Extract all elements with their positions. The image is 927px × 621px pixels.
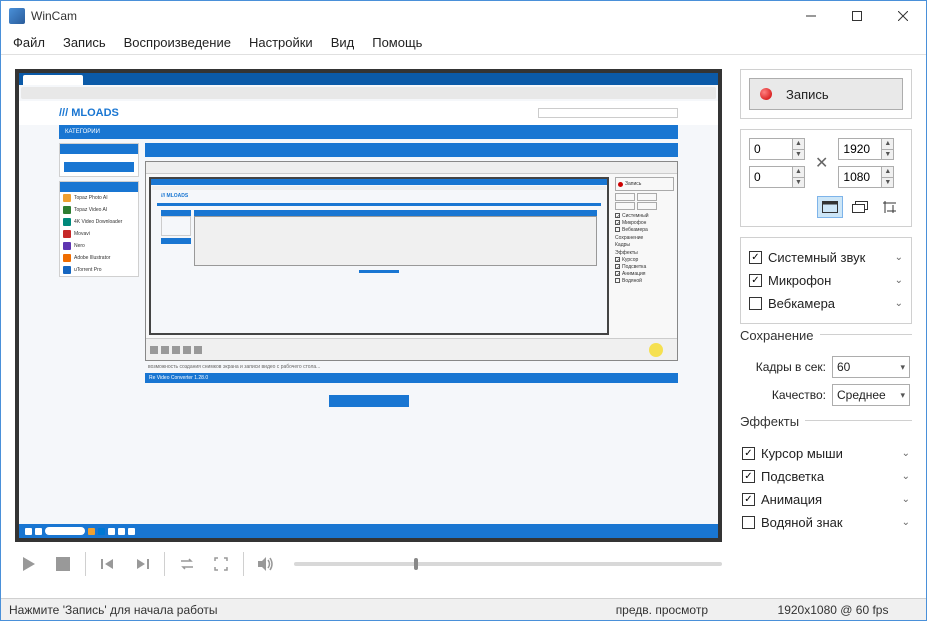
- loop-button[interactable]: [173, 550, 201, 578]
- system-sound-checkbox[interactable]: ✓: [749, 251, 762, 264]
- menubar: Файл Запись Воспроизведение Настройки Ви…: [1, 31, 926, 55]
- status-right: 1920x1080 @ 60 fps: [748, 603, 918, 617]
- menu-record[interactable]: Запись: [63, 35, 106, 50]
- highlight-row[interactable]: ✓ Подсветка ⌄: [742, 465, 910, 488]
- webcam-row[interactable]: Вебкамера ⌄: [749, 292, 903, 315]
- x-input[interactable]: ▲▼: [749, 138, 805, 160]
- close-button[interactable]: [880, 1, 926, 31]
- chevron-down-icon[interactable]: ⌄: [902, 448, 910, 459]
- chevron-down-icon[interactable]: ⌄: [902, 471, 910, 482]
- status-left: Нажмите 'Запись' для начала работы: [9, 603, 218, 617]
- fps-combo[interactable]: 60▾: [832, 356, 910, 378]
- fullscreen-mode-button[interactable]: [817, 196, 843, 218]
- preview-area: /// MLOADS КАТЕГОРИИ Topaz Photo A: [1, 55, 736, 600]
- chevron-down-icon[interactable]: ⌄: [895, 252, 903, 263]
- chevron-down-icon[interactable]: ⌄: [895, 275, 903, 286]
- cursor-checkbox[interactable]: ✓: [742, 447, 755, 460]
- menu-view[interactable]: Вид: [331, 35, 355, 50]
- app-icon: [9, 8, 25, 24]
- webcam-checkbox[interactable]: [749, 297, 762, 310]
- status-center: предв. просмотр: [616, 603, 708, 617]
- watermark-row[interactable]: Водяной знак ⌄: [742, 511, 910, 534]
- animation-checkbox[interactable]: ✓: [742, 493, 755, 506]
- menu-settings[interactable]: Настройки: [249, 35, 313, 50]
- cursor-row[interactable]: ✓ Курсор мыши ⌄: [742, 442, 910, 465]
- record-button[interactable]: Запись: [749, 78, 903, 110]
- minimize-button[interactable]: [788, 1, 834, 31]
- volume-slider[interactable]: [294, 562, 722, 566]
- menu-playback[interactable]: Воспроизведение: [124, 35, 231, 50]
- chevron-down-icon[interactable]: ⌄: [902, 517, 910, 528]
- window-mode-button[interactable]: [847, 196, 873, 218]
- region-panel: ▲▼ ▲▼ ✕ ▲▼ ▲▼: [740, 129, 912, 227]
- preview-content: /// MLOADS КАТЕГОРИИ Topaz Photo A: [19, 73, 718, 538]
- volume-button[interactable]: [252, 550, 280, 578]
- record-dot-icon: [760, 88, 772, 100]
- maximize-button[interactable]: [834, 1, 880, 31]
- titlebar: WinCam: [1, 1, 926, 31]
- quality-label: Качество:: [742, 388, 826, 402]
- window-title: WinCam: [31, 9, 77, 23]
- audio-panel: ✓ Системный звук ⌄ ✓ Микрофон ⌄ Вебкамер…: [740, 237, 912, 324]
- fps-label: Кадры в сек:: [742, 360, 826, 374]
- record-panel: Запись: [740, 69, 912, 119]
- highlight-checkbox[interactable]: ✓: [742, 470, 755, 483]
- region-mode-button[interactable]: [877, 196, 903, 218]
- animation-row[interactable]: ✓ Анимация ⌄: [742, 488, 910, 511]
- save-section-label: Сохранение: [740, 334, 912, 356]
- skip-start-button[interactable]: [94, 550, 122, 578]
- statusbar: Нажмите 'Запись' для начала работы предв…: [1, 598, 926, 620]
- chevron-down-icon[interactable]: ⌄: [895, 298, 903, 309]
- microphone-row[interactable]: ✓ Микрофон ⌄: [749, 269, 903, 292]
- watermark-checkbox[interactable]: [742, 516, 755, 529]
- sidebar: Запись ▲▼ ▲▼ ✕ ▲▼ ▲▼: [736, 55, 926, 600]
- menu-file[interactable]: Файл: [13, 35, 45, 50]
- chevron-down-icon[interactable]: ⌄: [902, 494, 910, 505]
- stop-button[interactable]: [49, 550, 77, 578]
- preview-viewport[interactable]: /// MLOADS КАТЕГОРИИ Topaz Photo A: [15, 69, 722, 542]
- player-controls: [15, 542, 722, 586]
- skip-end-button[interactable]: [128, 550, 156, 578]
- quality-combo[interactable]: Среднее▾: [832, 384, 910, 406]
- menu-help[interactable]: Помощь: [372, 35, 422, 50]
- play-button[interactable]: [15, 550, 43, 578]
- cross-icon: ✕: [811, 153, 832, 173]
- fullscreen-button[interactable]: [207, 550, 235, 578]
- system-sound-row[interactable]: ✓ Системный звук ⌄: [749, 246, 903, 269]
- microphone-checkbox[interactable]: ✓: [749, 274, 762, 287]
- effects-section-label: Эффекты: [740, 420, 912, 442]
- preview-logo: /// MLOADS: [59, 107, 119, 119]
- height-input[interactable]: ▲▼: [838, 166, 894, 188]
- y-input[interactable]: ▲▼: [749, 166, 805, 188]
- width-input[interactable]: ▲▼: [838, 138, 894, 160]
